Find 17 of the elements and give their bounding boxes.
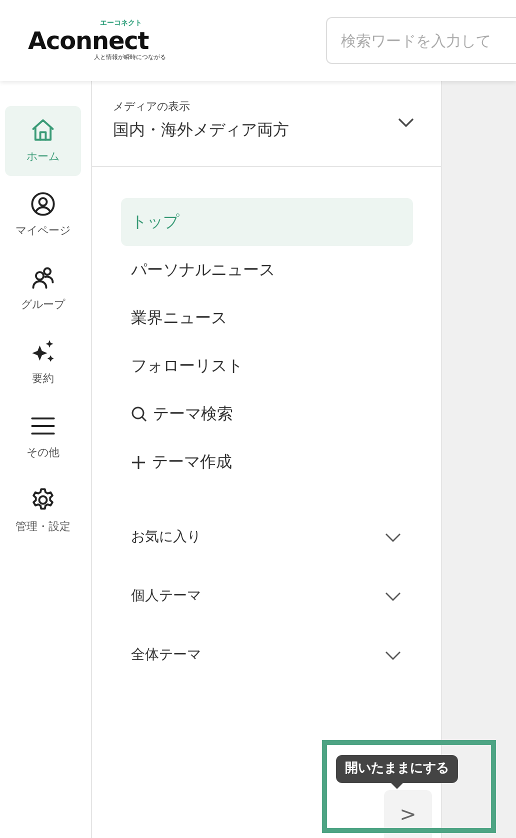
section-toggle[interactable]: 個人テーマ bbox=[131, 567, 401, 626]
menu-item[interactable]: フォローリスト bbox=[121, 342, 413, 390]
nav-item[interactable]: グループ bbox=[5, 254, 81, 324]
media-select[interactable]: メディアの表示 国内・海外メディア両方 bbox=[92, 81, 441, 167]
logo-wordmark: Aconnect bbox=[28, 27, 149, 55]
nav-item[interactable]: その他 bbox=[5, 402, 81, 472]
menu-item[interactable]: パーソナルニュース bbox=[121, 246, 413, 294]
menu-item[interactable]: 業界ニュース bbox=[121, 294, 413, 342]
nav-item[interactable]: マイページ bbox=[5, 180, 81, 250]
nav-item[interactable]: 要約 bbox=[5, 328, 81, 398]
menu-item[interactable]: テーマ作成 bbox=[121, 438, 413, 486]
menu-item[interactable]: テーマ検索 bbox=[121, 390, 413, 438]
search-field[interactable]: 検索ワードを入力して bbox=[326, 17, 516, 64]
nav-item[interactable]: 管理・設定 bbox=[5, 476, 81, 546]
section-toggle[interactable]: お気に入り bbox=[131, 508, 401, 567]
section-toggle[interactable]: 全体テーマ bbox=[131, 626, 401, 685]
expand-button[interactable]: > bbox=[384, 790, 432, 838]
